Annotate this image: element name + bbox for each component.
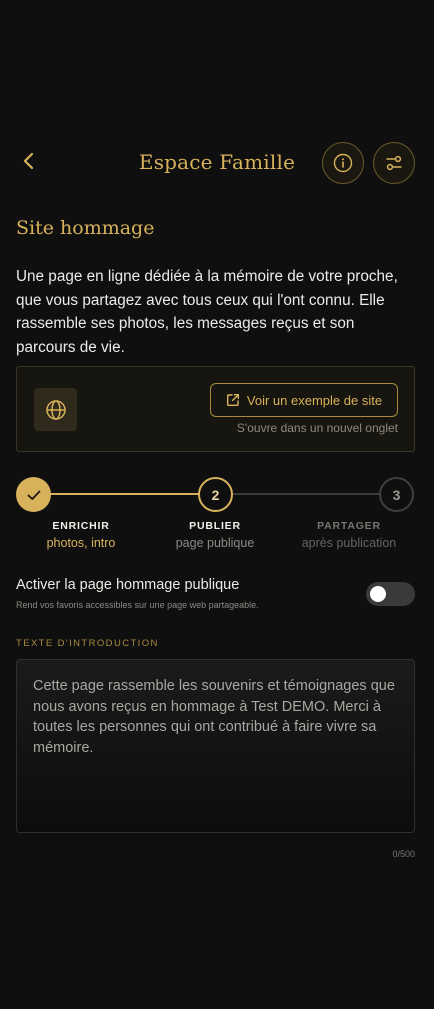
example-card: Voir un exemple de site S'ouvre dans un … — [16, 366, 415, 452]
step-2-indicator[interactable]: 2 — [198, 477, 233, 512]
intro-text-value: Cette page rassemble les souvenirs et té… — [33, 678, 395, 756]
step-1-label: ENRICHIR photos, intro — [11, 520, 151, 550]
sliders-icon — [386, 155, 402, 171]
external-link-icon — [226, 394, 239, 406]
step-3-number: 3 — [392, 486, 401, 503]
globe-icon — [45, 399, 66, 420]
public-page-toggle-label: Activer la page hommage publique — [16, 577, 240, 593]
public-page-toggle[interactable] — [366, 582, 415, 606]
page-title: Espace Famille — [138, 150, 296, 174]
step-1-name: ENRICHIR — [52, 520, 110, 532]
check-icon — [27, 490, 40, 500]
step-3-indicator[interactable]: 3 — [379, 477, 414, 512]
settings-button[interactable] — [373, 142, 415, 184]
section-title: Site hommage — [16, 217, 155, 239]
info-button[interactable] — [322, 142, 364, 184]
globe-badge — [34, 388, 77, 431]
intro-field-label: TEXTE D'INTRODUCTION — [16, 638, 159, 649]
example-hint: S'ouvre dans un nouvel onglet — [236, 421, 398, 435]
view-example-button[interactable]: Voir un exemple de site — [210, 383, 398, 417]
step-3-label: PARTAGER après publication — [279, 520, 419, 550]
step-1-indicator[interactable] — [16, 477, 51, 512]
char-counter: 0/500 — [392, 849, 415, 859]
step-2-sub: page publique — [175, 536, 255, 550]
step-3-name: PARTAGER — [317, 520, 381, 532]
stepper-progress-todo — [232, 493, 380, 495]
toggle-knob — [370, 586, 386, 602]
step-1-sub: photos, intro — [46, 536, 116, 550]
stepper-progress-done — [50, 493, 200, 495]
step-2-number: 2 — [211, 486, 220, 503]
intro-textarea[interactable]: Cette page rassemble les souvenirs et té… — [16, 659, 415, 833]
step-3-sub: après publication — [301, 536, 397, 550]
step-2-name: PUBLIER — [189, 520, 241, 532]
step-2-label: PUBLIER page publique — [145, 520, 285, 550]
info-icon — [333, 153, 353, 173]
view-example-label: Voir un exemple de site — [246, 392, 383, 408]
section-description: Une page en ligne dédiée à la mémoire de… — [16, 268, 398, 356]
public-page-toggle-hint: Rend vos favoris accessibles sur une pag… — [16, 600, 259, 610]
